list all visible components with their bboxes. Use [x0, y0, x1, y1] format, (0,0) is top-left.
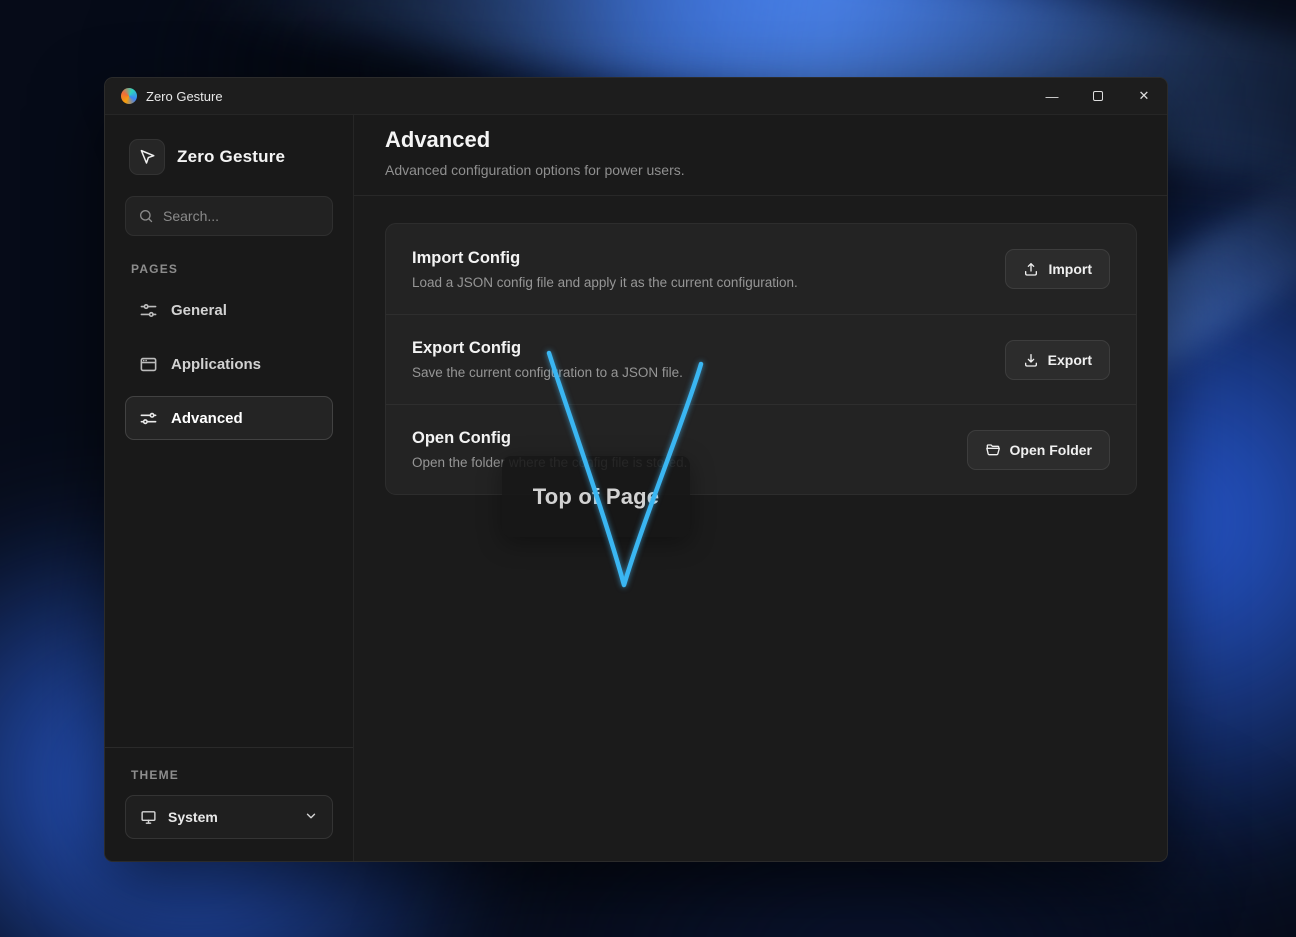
page-title: Advanced	[385, 127, 1137, 153]
app-window-icon	[139, 355, 158, 374]
upload-icon	[1023, 261, 1039, 277]
window-controls: — ✕	[1029, 78, 1167, 114]
close-icon: ✕	[1139, 88, 1150, 104]
app-brand: Zero Gesture	[125, 139, 333, 175]
minimize-button[interactable]: —	[1029, 78, 1075, 114]
nav-label: General	[171, 302, 227, 319]
page-header: Advanced Advanced configuration options …	[354, 115, 1167, 196]
chevron-down-icon	[304, 809, 318, 826]
row-action: Export	[1005, 340, 1110, 380]
gesture-tooltip: Top of Page	[502, 456, 690, 537]
maximize-button[interactable]	[1075, 78, 1121, 114]
sidebar-divider	[105, 747, 353, 748]
nav-label: Advanced	[171, 410, 243, 427]
sidebar-bottom: THEME System	[125, 747, 333, 839]
theme-value: System	[168, 809, 218, 825]
toggles-icon	[139, 409, 158, 428]
nav-label: Applications	[171, 356, 261, 373]
app-logo-icon	[121, 88, 137, 104]
maximize-icon	[1093, 91, 1103, 101]
config-card: Import Config Load a JSON config file an…	[385, 223, 1137, 495]
pages-section-label: PAGES	[125, 262, 333, 276]
sidebar: Zero Gesture PAGES General Applications	[105, 115, 354, 861]
import-button[interactable]: Import	[1005, 249, 1110, 289]
export-button[interactable]: Export	[1005, 340, 1110, 380]
theme-section-label: THEME	[125, 768, 333, 782]
row-description: Load a JSON config file and apply it as …	[412, 275, 798, 290]
button-label: Import	[1048, 261, 1092, 277]
cursor-pointer-icon	[129, 139, 165, 175]
window-title: Zero Gesture	[146, 89, 223, 104]
download-icon	[1023, 352, 1039, 368]
export-config-row: Export Config Save the current configura…	[386, 314, 1136, 404]
row-description: Save the current configuration to a JSON…	[412, 365, 683, 380]
sidebar-item-advanced[interactable]: Advanced	[125, 396, 333, 440]
row-texts: Export Config Save the current configura…	[412, 339, 683, 380]
row-texts: Import Config Load a JSON config file an…	[412, 249, 798, 290]
close-button[interactable]: ✕	[1121, 78, 1167, 114]
app-title: Zero Gesture	[177, 147, 285, 167]
sliders-icon	[139, 301, 158, 320]
sidebar-item-general[interactable]: General	[125, 288, 333, 332]
magnifier-icon	[138, 208, 154, 224]
window-titlebar[interactable]: Zero Gesture — ✕	[105, 78, 1167, 115]
row-title: Open Config	[412, 429, 687, 448]
search-box[interactable]	[125, 196, 333, 236]
theme-selector[interactable]: System	[125, 795, 333, 839]
button-label: Open Folder	[1010, 442, 1092, 458]
open-folder-button[interactable]: Open Folder	[967, 430, 1110, 470]
main-content: Advanced Advanced configuration options …	[354, 115, 1167, 861]
row-title: Import Config	[412, 249, 798, 268]
page-subtitle: Advanced configuration options for power…	[385, 162, 1137, 178]
row-title: Export Config	[412, 339, 683, 358]
sidebar-item-applications[interactable]: Applications	[125, 342, 333, 386]
row-action: Import	[1005, 249, 1110, 289]
minimize-icon: —	[1046, 89, 1059, 104]
open-config-row: Open Config Open the folder where the co…	[386, 404, 1136, 494]
search-input[interactable]	[163, 208, 320, 224]
monitor-icon	[140, 809, 157, 826]
sidebar-nav: General Applications Advanced	[125, 288, 333, 440]
row-action: Open Folder	[967, 430, 1110, 470]
button-label: Export	[1048, 352, 1092, 368]
folder-open-icon	[985, 442, 1001, 458]
import-config-row: Import Config Load a JSON config file an…	[386, 224, 1136, 314]
